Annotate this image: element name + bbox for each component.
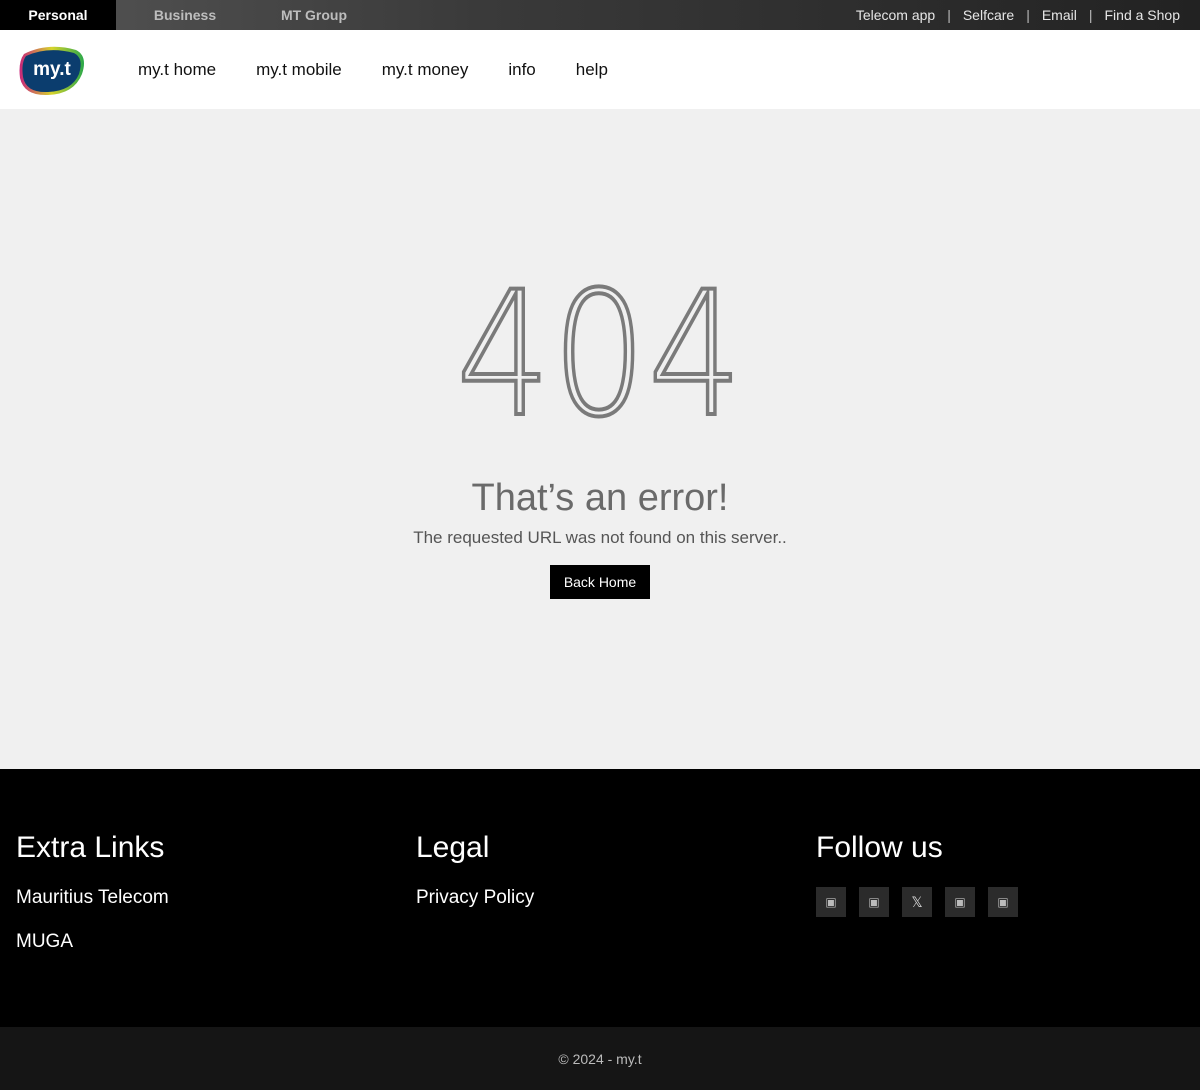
error-section: 404 That’s an error! The requested URL w…: [0, 109, 1200, 769]
site-header: my.t my.t home my.t mobile my.t money in…: [0, 30, 1200, 109]
error-code: 404: [455, 254, 744, 455]
logo-text: my.t: [33, 59, 71, 80]
facebook-icon[interactable]: ▣: [816, 887, 846, 917]
footer-extra-links: Extra Links Mauritius Telecom MUGA: [16, 831, 169, 975]
logo-icon: my.t: [19, 46, 84, 95]
footer-follow: Follow us ▣ ▣ 𝕏 ▣ ▣: [816, 831, 1031, 917]
divider: |: [1026, 7, 1030, 23]
email-link[interactable]: Email: [1042, 7, 1077, 23]
back-home-button[interactable]: Back Home: [550, 565, 650, 599]
instagram-icon[interactable]: ▣: [859, 887, 889, 917]
top-bar: Personal Business MT Group Telecom app |…: [0, 0, 1200, 30]
copyright-bar: © 2024 - my.t: [0, 1027, 1200, 1090]
nav-myt-home[interactable]: my.t home: [138, 60, 216, 80]
nav-myt-mobile[interactable]: my.t mobile: [256, 60, 342, 80]
segment-switcher: Personal Business MT Group: [0, 0, 374, 30]
segment-mt-group[interactable]: MT Group: [254, 0, 374, 30]
main-nav: my.t home my.t mobile my.t money info he…: [138, 60, 648, 80]
selfcare-link[interactable]: Selfcare: [963, 7, 1014, 23]
copyright-text: © 2024 - my.t: [558, 1050, 642, 1067]
find-shop-link[interactable]: Find a Shop: [1105, 7, 1181, 23]
youtube-icon[interactable]: ▣: [988, 887, 1018, 917]
nav-help[interactable]: help: [576, 60, 608, 80]
nav-info[interactable]: info: [508, 60, 535, 80]
footer-follow-title: Follow us: [816, 831, 943, 864]
logo[interactable]: my.t: [18, 44, 86, 96]
error-title: That’s an error!: [471, 477, 729, 519]
muga-link[interactable]: MUGA: [16, 931, 169, 953]
privacy-policy-link[interactable]: Privacy Policy: [416, 887, 534, 909]
footer: Extra Links Mauritius Telecom MUGA Legal…: [0, 769, 1200, 1027]
top-links: Telecom app | Selfcare | Email | Find a …: [856, 0, 1200, 30]
telecom-app-link[interactable]: Telecom app: [856, 7, 935, 23]
x-icon[interactable]: 𝕏: [902, 887, 932, 917]
divider: |: [947, 7, 951, 23]
footer-legal: Legal Privacy Policy: [416, 831, 534, 931]
error-message: The requested URL was not found on this …: [413, 528, 787, 547]
social-links: ▣ ▣ 𝕏 ▣ ▣: [816, 887, 1031, 917]
nav-myt-money[interactable]: my.t money: [382, 60, 469, 80]
linkedin-icon[interactable]: ▣: [945, 887, 975, 917]
mauritius-telecom-link[interactable]: Mauritius Telecom: [16, 887, 169, 909]
segment-business[interactable]: Business: [116, 0, 254, 30]
footer-legal-title: Legal: [416, 831, 490, 864]
footer-extra-title: Extra Links: [16, 831, 165, 864]
segment-personal[interactable]: Personal: [0, 0, 116, 30]
divider: |: [1088, 7, 1093, 23]
